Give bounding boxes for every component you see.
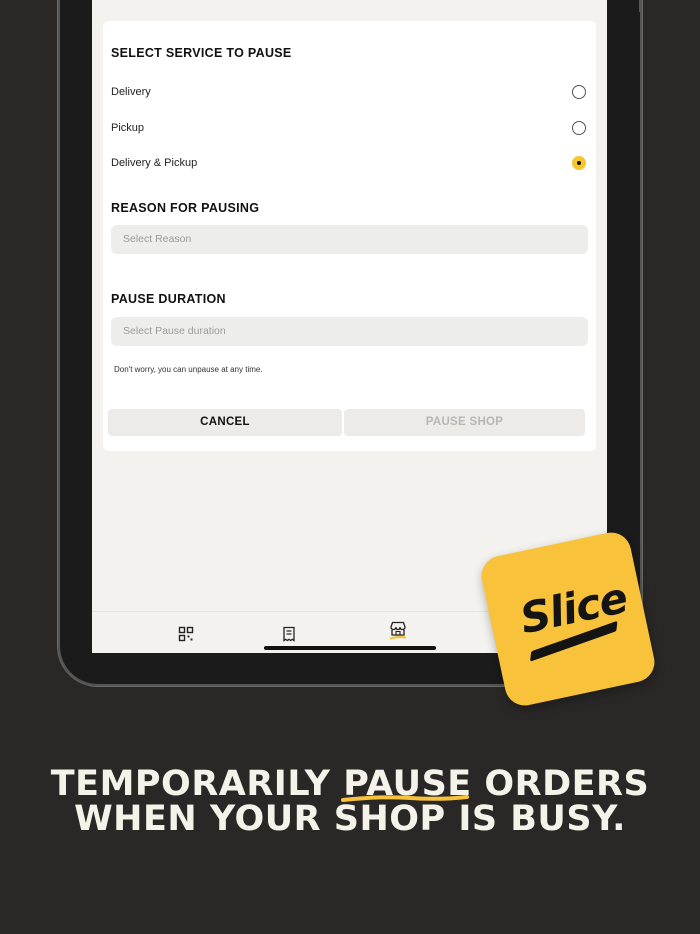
- service-section-title: SELECT SERVICE TO PAUSE: [111, 46, 292, 60]
- pause-shop-card: SELECT SERVICE TO PAUSE Delivery Pickup …: [103, 21, 596, 451]
- storefront-icon[interactable]: [389, 621, 407, 641]
- service-option-label: Pickup: [111, 122, 145, 134]
- slice-logo-text: Slice: [515, 572, 632, 644]
- tablet-side-button: [639, 0, 642, 12]
- radio-pickup[interactable]: [572, 121, 586, 135]
- duration-section-title: PAUSE DURATION: [111, 292, 226, 306]
- headline-line-2: WHEN YOUR SHOP IS BUSY.: [74, 799, 626, 839]
- dashboard-icon[interactable]: [178, 626, 194, 642]
- radio-delivery[interactable]: [572, 85, 586, 99]
- service-option-label: Delivery: [111, 86, 151, 98]
- reason-section-title: REASON FOR PAUSING: [111, 201, 260, 215]
- pause-shop-button[interactable]: PAUSE SHOP: [344, 409, 585, 436]
- unpause-hint: Don't worry, you can unpause at any time…: [114, 365, 263, 374]
- duration-select[interactable]: Select Pause duration: [111, 317, 588, 346]
- receipt-icon[interactable]: [281, 626, 297, 642]
- radio-delivery-pickup[interactable]: [572, 156, 586, 170]
- reason-select[interactable]: Select Reason: [111, 225, 588, 254]
- service-option-label: Delivery & Pickup: [111, 157, 198, 169]
- slice-logo: Slice: [477, 528, 659, 710]
- cancel-button[interactable]: CANCEL: [108, 409, 342, 436]
- home-indicator: [264, 646, 436, 650]
